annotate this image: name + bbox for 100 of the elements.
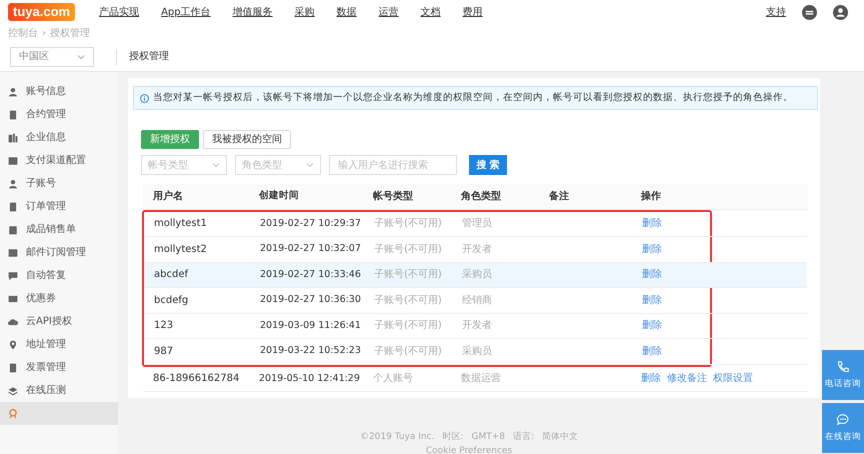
nav-link[interactable]: 采购 xyxy=(294,4,315,20)
table-cell-text: 2019-05-10 12:41:29 xyxy=(259,372,361,386)
info-text: 当您对某一帐号授权后，该帐号下将增加一个以您企业名称为维度的权限空间，在空间内，帐号可以看到您授权的数据、执行您授予的角色操作。 xyxy=(153,90,793,105)
sidebar-item-label: 邮件订阅管理 xyxy=(26,246,86,260)
nav-link[interactable]: 数据 xyxy=(336,4,357,20)
chevron-down-icon xyxy=(306,161,314,169)
nav-link[interactable]: 产品实现 xyxy=(99,4,140,20)
building-icon xyxy=(8,132,18,142)
breadcrumb-separator: › xyxy=(42,26,46,40)
table-cell-text: 子账号(不可用) xyxy=(374,242,443,257)
language-label: 语言: xyxy=(513,431,534,444)
table-cell-text: 个人账号 xyxy=(373,372,414,386)
column-header: 角色类型 xyxy=(461,190,502,204)
sidebar-item[interactable]: 邮件订阅管理 xyxy=(0,241,118,264)
table-cell-text: 2019-02-27 10:33:46 xyxy=(260,268,362,282)
column-header: 帐号类型 xyxy=(373,190,414,204)
search-button[interactable]: 搜 索 xyxy=(469,155,507,175)
sidebar-item[interactable]: 发票管理 xyxy=(0,356,118,379)
nav-link[interactable]: 费用 xyxy=(462,4,483,20)
sidebar-item[interactable]: 订单管理 xyxy=(0,195,118,218)
sidebar-item-label: 账号信息 xyxy=(26,84,66,99)
location-pin-icon xyxy=(8,340,18,350)
sidebar-item[interactable]: 地址管理 xyxy=(0,333,118,356)
table-row[interactable]: 123 2019-03-09 11:26:41 子账号(不可用) 开发者 删除 xyxy=(144,314,807,339)
phone-icon xyxy=(836,360,850,374)
card-icon xyxy=(8,248,18,258)
sidebar-item-label: 企业信息 xyxy=(26,130,66,145)
sidebar-item[interactable]: 成品销售单 xyxy=(0,218,118,241)
chevron-down-icon xyxy=(77,52,85,60)
nav-link[interactable]: 增值服务 xyxy=(232,4,273,20)
sidebar-item-label: 地址管理 xyxy=(26,338,66,352)
sidebar-item-label: 优惠券 xyxy=(26,292,56,306)
search-field[interactable]: 输入用户名进行搜索 xyxy=(329,155,457,175)
table-cell-text: 管理员 xyxy=(462,217,493,232)
table-cell-text: 子账号(不可用) xyxy=(374,318,443,334)
sidebar-item[interactable]: 企业信息 xyxy=(0,126,118,149)
sidebar-item[interactable]: 在线压测 xyxy=(0,379,118,402)
table-cell-text: 987 xyxy=(153,344,174,359)
layers-icon xyxy=(8,386,18,396)
table-cell-text: 86-18966162784 xyxy=(152,372,240,386)
nav-link[interactable]: 文档 xyxy=(420,4,441,20)
table-cell-text: 开发者 xyxy=(462,242,493,257)
copyright-text: ©2019 Tuya Inc. xyxy=(360,431,434,444)
sidebar-item[interactable] xyxy=(0,402,118,425)
page-title: 授权管理 xyxy=(129,50,169,64)
sidebar-item-label: 合约管理 xyxy=(26,108,66,122)
sidebar-item-label: 子账号 xyxy=(26,176,56,191)
table-row[interactable]: 987 2019-03-22 10:52:23 子账号(不可用) 采购员 删除 xyxy=(144,339,807,364)
table-cell-text: 2019-02-27 10:36:30 xyxy=(260,293,362,308)
table-cell-text: mollytest2 xyxy=(153,242,208,257)
chat-icon xyxy=(8,270,18,280)
document-icon xyxy=(8,110,18,120)
region-select[interactable]: 中国区 xyxy=(10,46,94,66)
column-header: 用户名 xyxy=(152,189,184,204)
nav-link[interactable]: 运营 xyxy=(378,4,399,20)
table-cell-text: 子账号(不可用) xyxy=(374,268,443,282)
table-cell-text: 开发者 xyxy=(462,318,493,334)
card-icon xyxy=(8,156,18,166)
table-cell-text: 子账号(不可用) xyxy=(374,344,443,359)
person-icon xyxy=(8,178,18,188)
table-cell-text: 2019-03-09 11:26:41 xyxy=(260,318,362,333)
user-avatar-icon xyxy=(833,4,848,20)
table-cell-text: 123 xyxy=(153,319,174,334)
chevron-down-icon xyxy=(212,161,220,169)
table-cell-text: 2019-02-27 10:32:07 xyxy=(260,242,362,256)
person-icon xyxy=(8,86,18,96)
table-cell-text: mollytest1 xyxy=(153,217,208,232)
sidebar-item[interactable]: 云API授权 xyxy=(0,310,118,333)
cloud-icon xyxy=(8,316,18,326)
support-link[interactable]: 支持 xyxy=(766,4,786,20)
sidebar-item[interactable]: 自动答复 xyxy=(0,264,118,287)
tab[interactable]: 我被授权的空间 xyxy=(203,130,291,149)
column-header: 备注 xyxy=(549,189,570,204)
table-cell-text: bcdefg xyxy=(153,294,190,308)
table-cell-text: 采购员 xyxy=(462,344,493,359)
table-row[interactable]: mollytest1 2019-02-27 10:29:37 子账号(不可用) 管理员 删除 xyxy=(144,212,807,237)
timezone-label: 时区: xyxy=(442,431,464,444)
sidebar-item-label: 支付渠道配置 xyxy=(26,154,86,168)
sidebar-item-label: 云API授权 xyxy=(26,314,72,329)
sidebar-item-label: 发票管理 xyxy=(26,361,66,375)
table-cell-text: 子账号(不可用) xyxy=(374,294,443,308)
sidebar-item[interactable]: 子账号 xyxy=(0,172,118,195)
sidebar-item[interactable]: 优惠券 xyxy=(0,287,118,310)
document-icon xyxy=(8,202,18,212)
table-row[interactable]: bcdefg 2019-02-27 10:36:30 子账号(不可用) 经销商 删除 xyxy=(144,288,807,314)
sidebar-item-label: 成品销售单 xyxy=(26,222,76,237)
sidebar-item[interactable]: 账号信息 xyxy=(0,80,118,103)
badge-icon xyxy=(8,408,18,418)
info-icon xyxy=(140,94,149,102)
sidebar-item-label: 自动答复 xyxy=(26,269,66,283)
sidebar-item-label: 订单管理 xyxy=(26,200,66,214)
chat-bubble-icon xyxy=(836,412,850,427)
sidebar-item[interactable]: 合约管理 xyxy=(0,103,118,126)
table-cell-text: 数据运营 xyxy=(461,372,502,386)
table-cell-text: 2019-03-22 10:52:23 xyxy=(260,344,362,358)
column-header: 操作 xyxy=(641,190,662,204)
sidebar-item[interactable]: 支付渠道配置 xyxy=(0,149,118,172)
nav-link[interactable]: App工作台 xyxy=(161,4,211,20)
table-cell-text: 经销商 xyxy=(462,294,493,308)
table-row[interactable]: abcdef 2019-02-27 10:33:46 子账号(不可用) 采购员 删除 xyxy=(144,262,807,288)
